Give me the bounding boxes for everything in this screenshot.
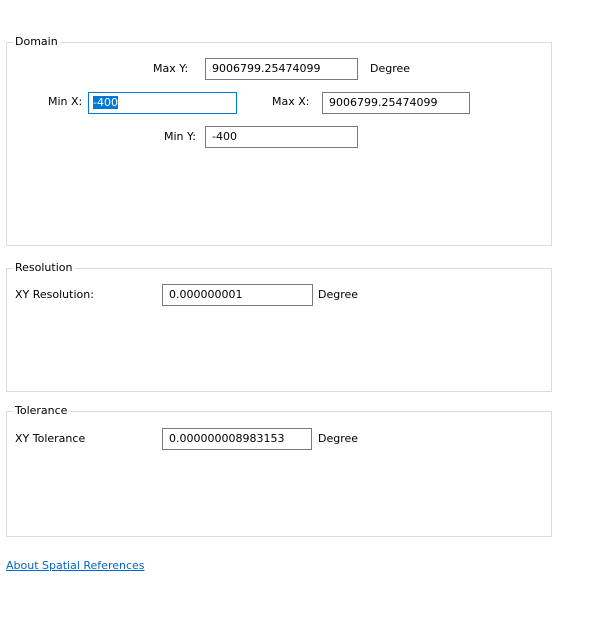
xy-tolerance-value: 0.000000008983153 [169, 432, 285, 445]
xy-resolution-value: 0.000000001 [169, 288, 243, 301]
min-y-input[interactable]: -400 [205, 126, 358, 148]
xy-resolution-unit: Degree [318, 288, 359, 301]
max-y-input[interactable]: 9006799.25474099 [205, 58, 358, 80]
min-y-label: Min Y: [164, 130, 196, 143]
domain-legend: Domain [13, 35, 60, 49]
min-y-value: -400 [212, 130, 237, 143]
resolution-legend: Resolution [13, 261, 75, 275]
min-x-input[interactable]: -400 [88, 92, 237, 114]
max-y-value: 9006799.25474099 [212, 62, 321, 75]
xy-tolerance-unit: Degree [318, 432, 359, 445]
tolerance-legend: Tolerance [13, 404, 70, 418]
max-x-input[interactable]: 9006799.25474099 [322, 92, 470, 114]
min-x-value: -400 [93, 96, 118, 109]
xy-tolerance-input[interactable]: 0.000000008983153 [162, 428, 312, 450]
xy-tolerance-label: XY Tolerance [15, 432, 86, 445]
max-x-label: Max X: [272, 95, 310, 108]
min-x-label: Min X: [48, 95, 83, 108]
max-y-unit: Degree [370, 62, 411, 75]
xy-resolution-input[interactable]: 0.000000001 [162, 284, 313, 306]
xy-resolution-label: XY Resolution: [15, 288, 94, 301]
about-spatial-references-link[interactable]: About Spatial References [6, 559, 145, 573]
max-x-value: 9006799.25474099 [329, 96, 438, 109]
max-y-label: Max Y: [153, 62, 189, 75]
